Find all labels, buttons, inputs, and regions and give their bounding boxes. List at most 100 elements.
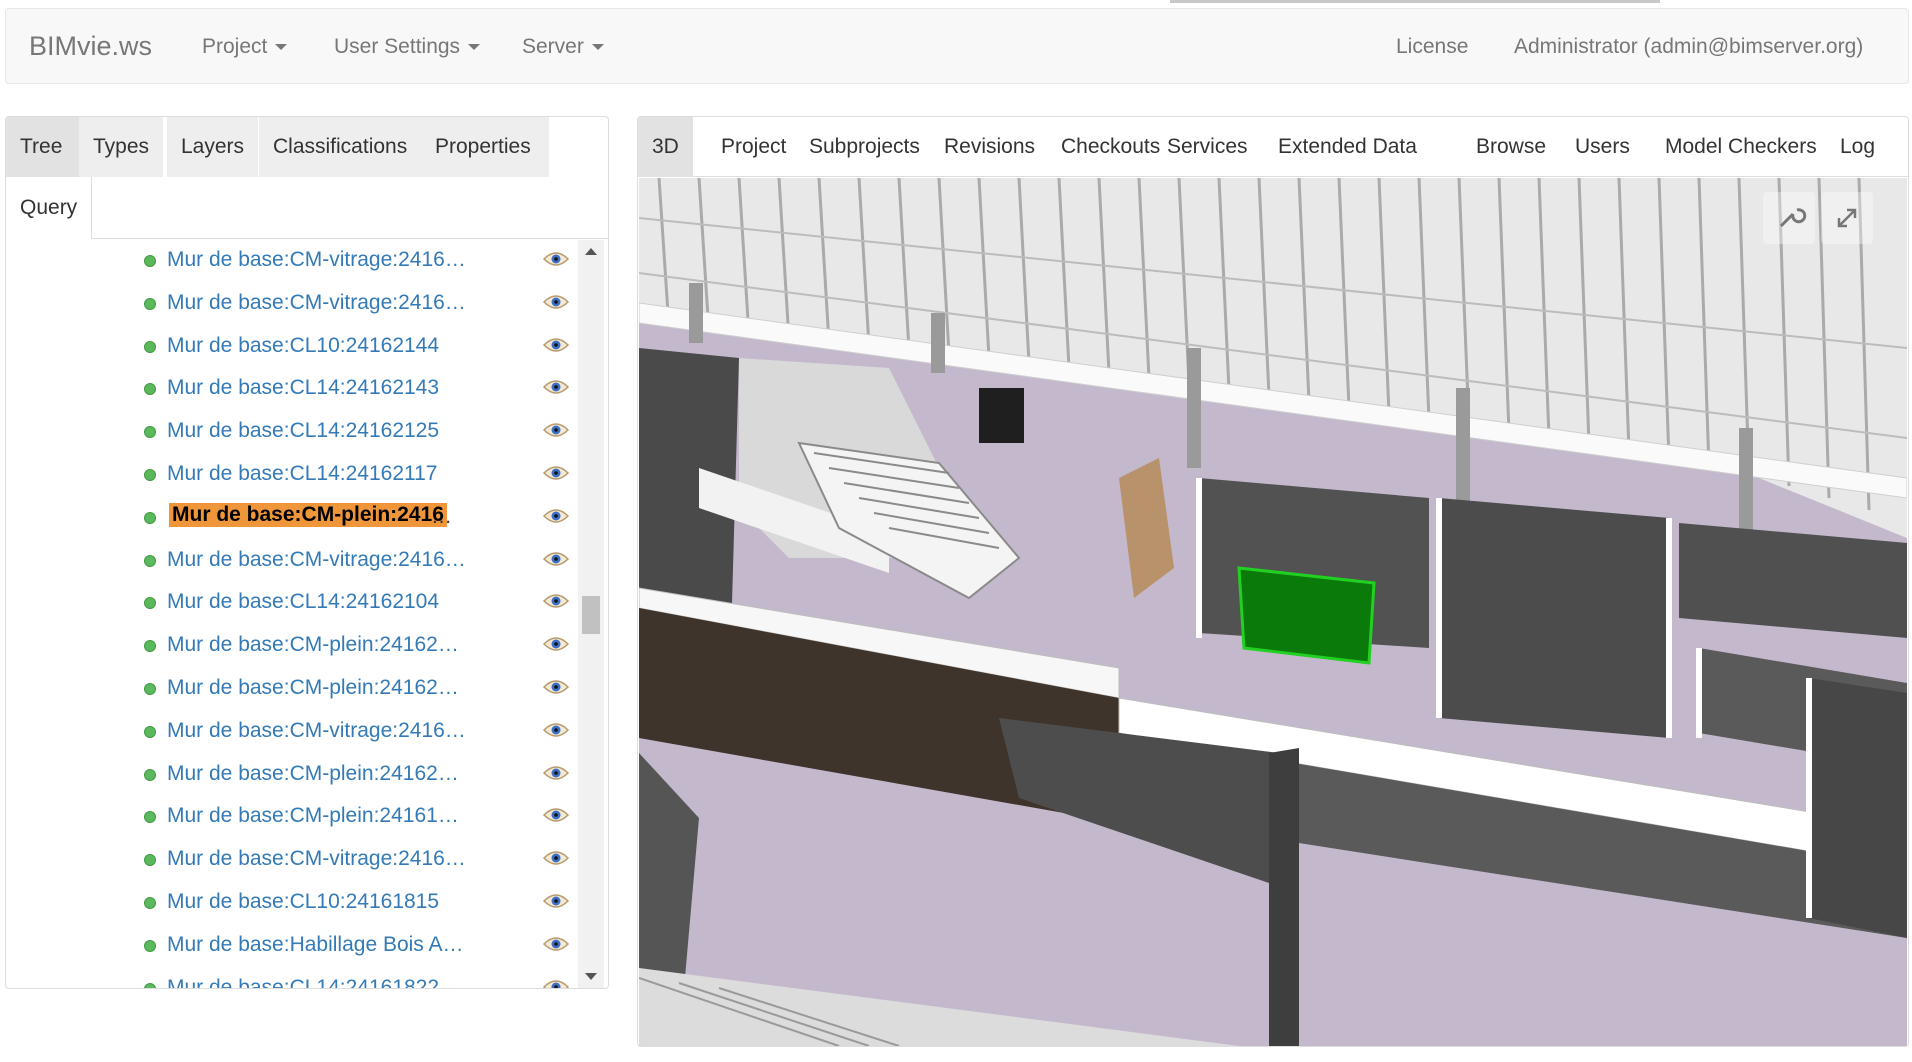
tree-node[interactable]: Mur de base:CL14:24162117 <box>6 454 570 496</box>
3d-viewport[interactable] <box>639 178 1907 1046</box>
tree-node-label[interactable]: Mur de base:CM-vitrage:2416… <box>167 291 466 315</box>
tree-node[interactable]: Mur de base:CL14:24162143 <box>6 368 570 410</box>
node-status-dot-icon <box>144 768 156 781</box>
scroll-down-arrow-icon[interactable] <box>585 973 597 980</box>
tree-node-label[interactable]: Mur de base:CM-vitrage:2416… <box>167 548 466 572</box>
license-link[interactable]: License <box>1396 35 1468 59</box>
node-status-dot-icon <box>144 597 156 610</box>
tree-node[interactable]: Mur de base:CL14:24161822 <box>6 968 570 988</box>
node-status-dot-icon <box>144 982 156 988</box>
eye-icon[interactable] <box>542 720 570 740</box>
node-status-dot-icon <box>144 854 156 867</box>
tree-node-label[interactable]: Mur de base:CL14:24162125 <box>167 419 439 443</box>
tree-node-label[interactable]: Mur de base:CM-plein:24161… <box>167 804 459 828</box>
fullscreen-icon[interactable] <box>1821 192 1873 244</box>
tree-node-label[interactable]: Mur de base:Habillage Bois A… <box>167 933 464 957</box>
brand-logo[interactable]: BIMvie.ws <box>29 31 152 62</box>
tree-node[interactable]: Mur de base:Habillage Bois A… <box>6 925 570 967</box>
scrollbar-thumb[interactable] <box>582 596 600 634</box>
eye-icon[interactable] <box>542 848 570 868</box>
tree-node-label[interactable]: Mur de base:CL14:24162104 <box>167 590 439 614</box>
tree-node[interactable]: Mur de base:CL10:24162144 <box>6 326 570 368</box>
scroll-up-arrow-icon[interactable] <box>585 248 597 255</box>
eye-icon[interactable] <box>542 977 570 988</box>
tab-types[interactable]: Types <box>79 117 164 177</box>
eye-icon[interactable] <box>542 891 570 911</box>
eye-icon[interactable] <box>542 377 570 397</box>
tree-node[interactable]: Mur de base:CM-vitrage:2416… <box>6 240 570 282</box>
tree-node[interactable]: Mur de base:CM-plein:24162… <box>6 625 570 667</box>
tree-node[interactable]: Mur de base:CM-plein:2416… <box>6 497 570 539</box>
main-tabs: 3D Project Subprojects Revisions Checkouts Se… <box>638 117 1908 177</box>
tab-services[interactable]: Services <box>1167 117 1248 177</box>
tree-node-label[interactable]: Mur de base:CL14:24161822 <box>167 976 439 988</box>
tree-node[interactable]: Mur de base:CM-vitrage:2416… <box>6 711 570 753</box>
tree-node-label[interactable]: Mur de base:CM-plein:24162… <box>167 762 459 786</box>
node-status-dot-icon <box>144 383 156 396</box>
server-menu[interactable]: Server <box>522 35 604 59</box>
wrench-icon[interactable] <box>1763 192 1815 244</box>
tree-node-label[interactable]: Mur de base:CM-plein:24162… <box>167 676 459 700</box>
eye-icon[interactable] <box>542 292 570 312</box>
tree-node-label[interactable]: Mur de base:CL14:24162117 <box>167 462 437 486</box>
tab-users[interactable]: Users <box>1575 117 1630 177</box>
node-status-dot-icon <box>144 640 156 653</box>
node-status-dot-icon <box>144 939 156 952</box>
tree-node-label[interactable]: Mur de base:CM-vitrage:2416… <box>167 248 466 272</box>
eye-icon[interactable] <box>542 591 570 611</box>
tree-node[interactable]: Mur de base:CM-vitrage:2416… <box>6 839 570 881</box>
tab-extended-data[interactable]: Extended Data <box>1278 117 1417 177</box>
server-menu-label: Server <box>522 35 584 58</box>
tab-revisions[interactable]: Revisions <box>944 117 1035 177</box>
tree-node[interactable]: Mur de base:CM-plein:24162… <box>6 754 570 796</box>
eye-icon[interactable] <box>542 463 570 483</box>
project-menu-label: Project <box>202 35 268 58</box>
tree-node[interactable]: Mur de base:CM-vitrage:2416… <box>6 540 570 582</box>
tree-scrollbar[interactable] <box>578 240 604 988</box>
eye-icon[interactable] <box>542 634 570 654</box>
tree-node-label[interactable]: Mur de base:CM-plein:2416 <box>169 502 447 527</box>
eye-icon[interactable] <box>542 763 570 783</box>
project-menu[interactable]: Project <box>202 35 288 59</box>
eye-icon[interactable] <box>542 420 570 440</box>
tree-node[interactable]: Mur de base:CM-plein:24161… <box>6 796 570 838</box>
tab-tree[interactable]: Tree <box>6 117 79 177</box>
tree-node-label[interactable]: Mur de base:CM-vitrage:2416… <box>167 847 466 871</box>
eye-icon[interactable] <box>542 249 570 269</box>
eye-icon[interactable] <box>542 506 570 526</box>
tree-node-label[interactable]: Mur de base:CL10:24161815 <box>167 890 439 914</box>
tree-node-label[interactable]: Mur de base:CM-vitrage:2416… <box>167 719 466 743</box>
tab-project[interactable]: Project <box>721 117 786 177</box>
eye-icon[interactable] <box>542 549 570 569</box>
eye-icon[interactable] <box>542 335 570 355</box>
tab-properties[interactable]: Properties <box>421 117 549 177</box>
tab-layers[interactable]: Layers <box>167 117 259 177</box>
tab-checkouts[interactable]: Checkouts <box>1061 117 1160 177</box>
3d-model-render[interactable] <box>639 178 1907 1046</box>
tab-model-checkers[interactable]: Model Checkers <box>1665 117 1817 177</box>
tab-3d[interactable]: 3D <box>638 117 693 177</box>
user-account-link[interactable]: Administrator (admin@bimserver.org) <box>1514 35 1863 59</box>
eye-icon[interactable] <box>542 677 570 697</box>
eye-icon[interactable] <box>542 934 570 954</box>
node-status-dot-icon <box>144 340 156 353</box>
tab-log[interactable]: Log <box>1840 117 1875 177</box>
node-status-dot-icon <box>144 511 156 524</box>
tab-subprojects[interactable]: Subprojects <box>809 117 920 177</box>
tree-node[interactable]: Mur de base:CL14:24162104 <box>6 582 570 624</box>
tab-classifications[interactable]: Classifications <box>259 117 422 177</box>
tab-query[interactable]: Query <box>6 177 92 239</box>
tab-browse[interactable]: Browse <box>1476 117 1546 177</box>
user-settings-menu[interactable]: User Settings <box>334 35 481 59</box>
tree-node-label[interactable]: Mur de base:CL14:24162143 <box>167 376 439 400</box>
caret-down-icon <box>275 44 288 51</box>
tree-node[interactable]: Mur de base:CM-vitrage:2416… <box>6 283 570 325</box>
tree-node[interactable]: Mur de base:CL10:24161815 <box>6 882 570 924</box>
tree-node[interactable]: Mur de base:CL14:24162125 <box>6 411 570 453</box>
eye-icon[interactable] <box>542 805 570 825</box>
caret-down-icon <box>591 44 604 51</box>
tree-node-label[interactable]: Mur de base:CL10:24162144 <box>167 334 439 358</box>
tree-node[interactable]: Mur de base:CM-plein:24162… <box>6 668 570 710</box>
node-status-dot-icon <box>144 897 156 909</box>
tree-node-label[interactable]: Mur de base:CM-plein:24162… <box>167 633 459 657</box>
